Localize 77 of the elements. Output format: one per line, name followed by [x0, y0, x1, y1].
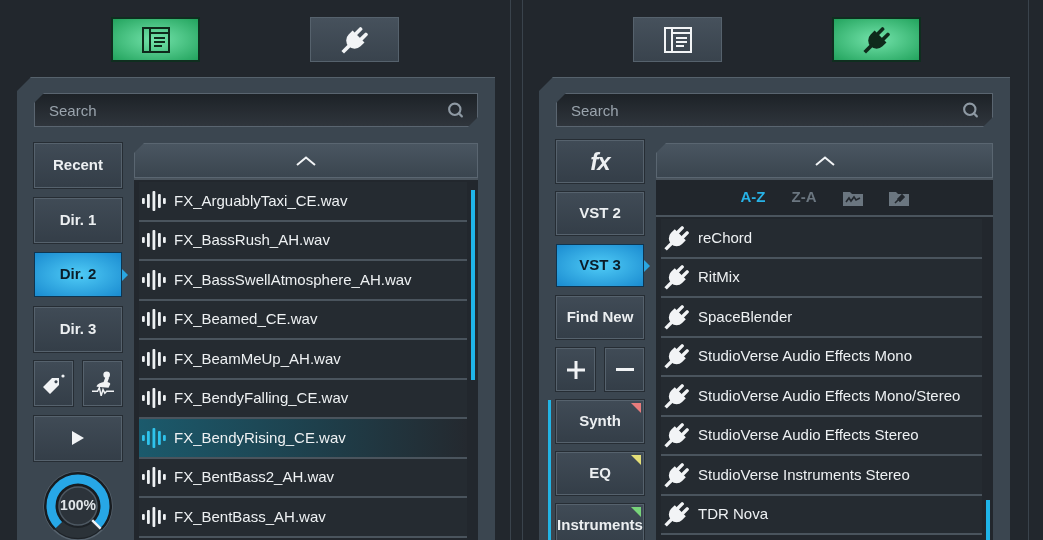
- plug-icon: [664, 264, 690, 291]
- plugin-list-item[interactable]: StudioVerse Audio Effects Stereo: [661, 416, 982, 456]
- category-button[interactable]: Synth: [556, 400, 644, 443]
- search-icon: [447, 101, 464, 119]
- plug-icon: [340, 25, 369, 54]
- effects-button[interactable]: fx: [556, 140, 644, 183]
- file-list-item[interactable]: FX_Beamed_CE.wav: [139, 300, 467, 340]
- plug-icon: [664, 461, 690, 488]
- sidebar-button[interactable]: Recent: [34, 143, 122, 188]
- search-field[interactable]: Search: [34, 93, 478, 127]
- knob-value: 100%: [60, 497, 96, 512]
- category-button[interactable]: Instruments: [556, 504, 644, 540]
- plugin-list-item[interactable]: RitMix: [661, 258, 982, 298]
- waveform-icon: [142, 230, 166, 251]
- browser-view-button[interactable]: [633, 17, 722, 62]
- folder-icon: [842, 189, 863, 206]
- plugin-list-item[interactable]: StudioVerse Instruments Stereo: [661, 456, 982, 496]
- file-list-item[interactable]: FX_BentBass_AH.wav: [139, 498, 467, 538]
- chevron-up-icon: [814, 155, 835, 166]
- waveform-icon: [142, 348, 166, 369]
- plug-icon: [664, 224, 690, 251]
- file-list-item[interactable]: FX_BeamMeUp_AH.wav: [139, 340, 467, 380]
- waveform-icon: [142, 388, 166, 409]
- file-list-item[interactable]: FX_ArguablyTaxi_CE.wav: [139, 182, 467, 222]
- sort-option[interactable]: A-Z: [737, 185, 769, 210]
- add-button[interactable]: [556, 348, 595, 391]
- remove-button[interactable]: [605, 348, 644, 391]
- plug-icon: [664, 382, 690, 409]
- file-list-item[interactable]: FX_BassRush_AH.wav: [139, 221, 467, 261]
- plug-icon: [862, 25, 891, 54]
- plus-icon: [566, 360, 585, 379]
- plugin-list-item[interactable]: StudioVerse Audio Effects Mono: [661, 337, 982, 377]
- plug-icon: [664, 343, 690, 370]
- file-list-item[interactable]: FX_BendyRising_CE.wav: [139, 419, 467, 459]
- plug-icon: [664, 501, 690, 528]
- scrollbar-thumb[interactable]: [470, 190, 475, 380]
- search-icon: [962, 101, 979, 119]
- sidebar-button[interactable]: Find New: [556, 296, 644, 339]
- waveform-icon: [142, 506, 166, 527]
- sidebar-button[interactable]: VST 2: [556, 192, 644, 235]
- selection-pointer-icon: [644, 259, 650, 272]
- waveform-icon: [142, 309, 166, 330]
- play-icon: [72, 431, 84, 446]
- window-list-icon: [663, 26, 692, 53]
- search-field[interactable]: Search: [556, 93, 993, 127]
- stamp-icon: [91, 370, 114, 397]
- play-button[interactable]: [34, 415, 122, 461]
- sidebar-button[interactable]: Dir. 3: [34, 306, 122, 352]
- waveform-icon: [142, 269, 166, 290]
- tag-icon: [42, 373, 65, 394]
- sidebar-button[interactable]: Dir. 2: [34, 252, 122, 298]
- plugin-list-item[interactable]: SpaceBlender: [661, 298, 982, 338]
- file-list-item[interactable]: FX_BentBass2_AH.wav: [139, 458, 467, 498]
- chevron-up-icon: [296, 155, 316, 166]
- file-list-item[interactable]: FX_BendyFalling_CE.wav: [139, 379, 467, 419]
- minus-icon: [615, 368, 634, 371]
- plugin-list-item[interactable]: TDR Nova: [661, 495, 982, 535]
- tag-button[interactable]: [34, 361, 73, 407]
- browser-view-button[interactable]: [111, 17, 200, 62]
- volume-knob[interactable]: [43, 470, 113, 540]
- plugin-view-button[interactable]: [310, 17, 399, 62]
- waveform-icon: [142, 190, 166, 211]
- file-list-item[interactable]: FX_BassSwellAtmosphere_AH.wav: [139, 261, 467, 301]
- plug-icon: [664, 303, 690, 330]
- selection-pointer-icon: [122, 268, 128, 281]
- stamp-button[interactable]: [83, 361, 122, 407]
- category-button[interactable]: EQ: [556, 452, 644, 495]
- plugin-view-button[interactable]: [832, 17, 921, 62]
- sidebar-button[interactable]: VST 3: [556, 244, 644, 287]
- waveform-icon: [142, 427, 166, 448]
- folder-plug-icon: [888, 189, 909, 206]
- plugin-list-item[interactable]: reChord: [661, 219, 982, 259]
- plug-icon: [664, 422, 690, 449]
- window-list-icon: [141, 26, 170, 53]
- waveform-icon: [142, 467, 166, 488]
- plugin-list-item[interactable]: StudioVerse Audio Effects Mono/Stereo: [661, 377, 982, 417]
- sidebar-button[interactable]: Dir. 1: [34, 197, 122, 243]
